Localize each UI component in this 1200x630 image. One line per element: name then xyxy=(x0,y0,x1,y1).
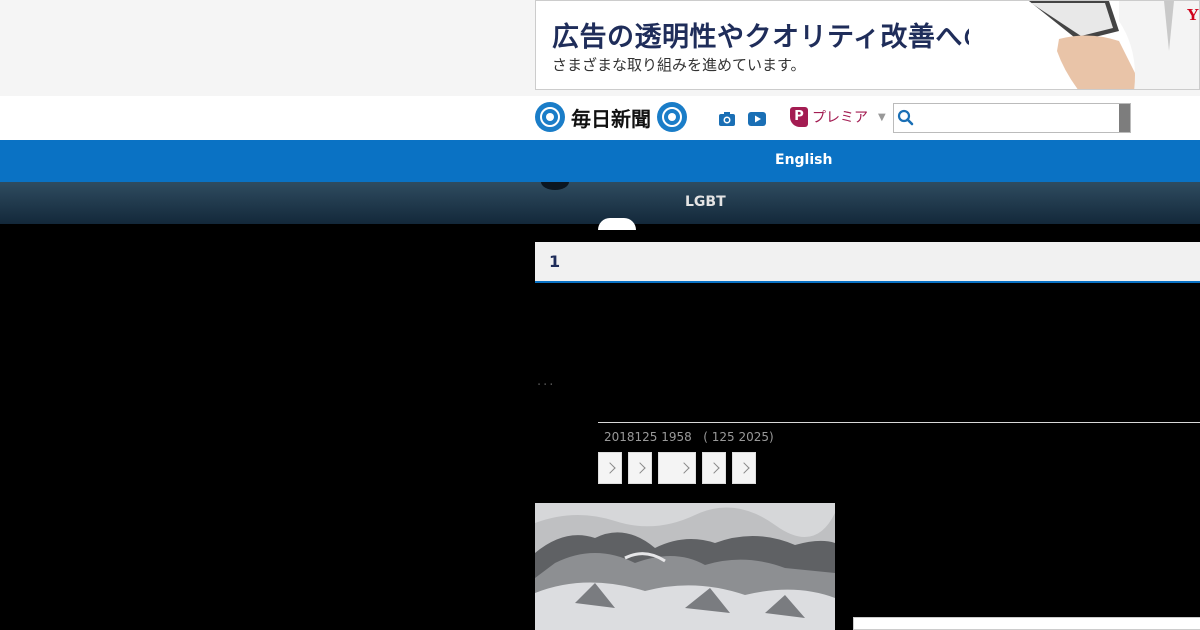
ad-area: 広告の透明性やクオリティ改善への さまざまな取り組みを進めています。 Y xyxy=(0,0,1200,96)
nav-item-english[interactable]: English xyxy=(775,152,832,168)
ad-hand-tablet-image xyxy=(969,1,1199,89)
header-illustration xyxy=(598,218,636,230)
site-logo[interactable]: 毎日新聞 xyxy=(535,101,687,133)
article-dateline: 2018125 1958 ( 125 2025) xyxy=(604,430,774,444)
article-photo[interactable] xyxy=(535,503,835,630)
nav-decoration xyxy=(541,182,569,190)
ad-subline: さまざまな取り組みを進めています。 xyxy=(552,56,806,74)
search-box xyxy=(893,103,1131,133)
nav-item-lgbt[interactable]: LGBT xyxy=(685,194,726,210)
video-play-icon[interactable] xyxy=(748,112,766,126)
ad-logo: Y xyxy=(1186,5,1199,24)
share-button[interactable] xyxy=(628,452,652,484)
divider xyxy=(598,422,1200,423)
premier-menu[interactable]: P プレミア ▼ xyxy=(790,107,886,127)
sidebar-panel xyxy=(853,617,1200,630)
logo-mark-icon xyxy=(657,102,687,132)
share-button[interactable] xyxy=(598,452,622,484)
share-button[interactable] xyxy=(658,452,696,484)
page-title-bar: 1 xyxy=(535,242,1200,283)
premier-label: プレミア xyxy=(812,110,868,126)
share-button[interactable] xyxy=(732,452,756,484)
site-header: 毎日新聞 P プレミア ▼ xyxy=(0,96,1200,140)
premier-badge-icon: P xyxy=(790,107,808,127)
logo-mark-icon xyxy=(535,102,565,132)
primary-nav: English xyxy=(0,140,1200,182)
page-title: 1 xyxy=(549,252,561,271)
share-buttons xyxy=(598,452,756,484)
chevron-down-icon: ▼ xyxy=(878,111,886,123)
camera-icon[interactable] xyxy=(719,112,735,126)
logo-text: 毎日新聞 xyxy=(571,106,651,131)
ad-headline: 広告の透明性やクオリティ改善への xyxy=(552,22,991,53)
search-input[interactable] xyxy=(920,106,1118,130)
ad-banner[interactable]: 広告の透明性やクオリティ改善への さまざまな取り組みを進めています。 Y xyxy=(535,0,1200,90)
secondary-nav: LGBT xyxy=(0,182,1200,224)
search-scrollbar[interactable] xyxy=(1119,104,1130,132)
share-button[interactable] xyxy=(702,452,726,484)
truncation-ellipsis: ... xyxy=(537,374,556,389)
search-icon[interactable] xyxy=(897,109,915,127)
